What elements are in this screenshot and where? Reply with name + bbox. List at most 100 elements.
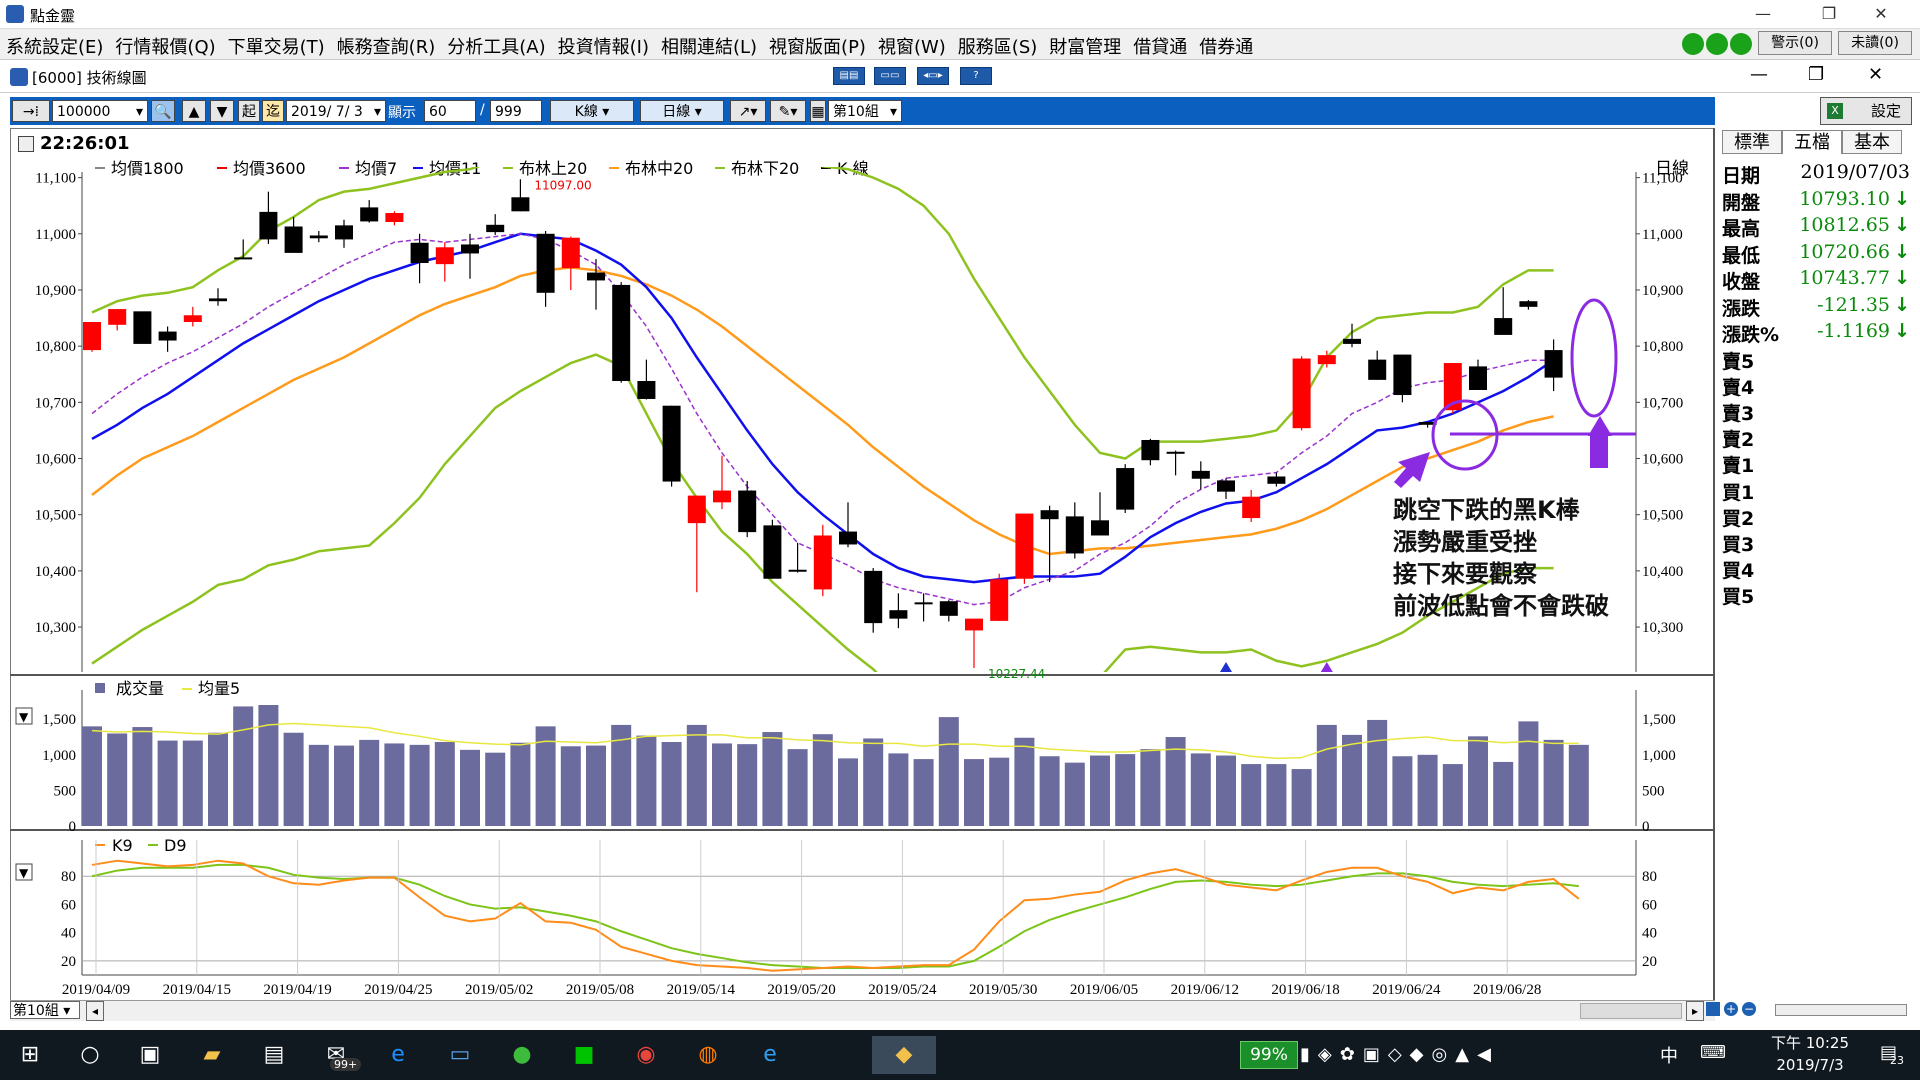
candle-body	[990, 579, 1009, 621]
date-axis-label: 2019/05/20	[767, 982, 835, 998]
price-tick-label: 10,700	[35, 395, 76, 411]
bottom-group-select[interactable]: 第10組 ▾	[10, 1001, 80, 1019]
date-axis-label: 2019/06/05	[1070, 982, 1138, 998]
windows-start-icon[interactable]: ⊞	[10, 1036, 50, 1074]
file-explorer-icon[interactable]: ▰	[192, 1036, 232, 1074]
volume-bar	[1291, 769, 1312, 826]
annotation-line-2: 漲勢嚴重受挫	[1393, 528, 1537, 556]
chrome-icon[interactable]: ◉	[626, 1036, 666, 1074]
zoom-slider[interactable]	[1775, 1004, 1907, 1016]
tab-standard[interactable]: 標準	[1722, 130, 1782, 154]
volume-bar	[1216, 755, 1236, 826]
price-tick-label: 10,600	[1642, 452, 1683, 468]
tab-five-level[interactable]: 五檔	[1782, 130, 1842, 154]
volume-bar	[1493, 761, 1514, 826]
volume-tick-label: 0	[1642, 819, 1650, 835]
date-axis-label: 2019/05/02	[465, 982, 533, 998]
legend-label: 均價3600	[233, 159, 306, 178]
scroll-thumb[interactable]	[1580, 1003, 1682, 1019]
chart-scrollbar[interactable]: 第10組 ▾ ◂ ▸	[10, 1000, 1715, 1021]
candle-body	[1191, 470, 1210, 479]
volume-tick-label: 1,500	[42, 712, 76, 728]
clock-date: 2019/7/3	[1776, 1056, 1844, 1074]
volume-bar	[132, 727, 153, 826]
volume-bar	[1518, 721, 1539, 826]
volume-bar	[460, 749, 480, 826]
down-arrow-icon: ↓	[1894, 187, 1910, 210]
quote-label: 最低	[1722, 244, 1761, 267]
candle-body	[1469, 366, 1487, 390]
volume-bar	[157, 740, 178, 826]
volume-bar	[1014, 737, 1035, 826]
price-tick-label: 10,900	[35, 283, 76, 299]
black-candle-ellipse	[1570, 298, 1618, 418]
date-axis-label: 2019/05/24	[868, 982, 937, 998]
candle-body	[738, 490, 757, 533]
zoom-out-icon[interactable]: −	[1742, 1002, 1756, 1016]
price-tick-label: 11,000	[1642, 227, 1683, 243]
keyboard-icon[interactable]: ⌨	[1700, 1042, 1726, 1063]
wechat-icon[interactable]: ●	[502, 1036, 542, 1074]
notification-count: 23	[1890, 1054, 1904, 1067]
legend-label: D9	[164, 836, 187, 855]
volume-bar	[1090, 755, 1110, 826]
volume-tick-label: 1,000	[1642, 748, 1676, 764]
high-price-label: 11097.00	[534, 178, 591, 192]
volume-bar	[712, 743, 732, 826]
app-window-icon[interactable]: ▭	[440, 1036, 480, 1074]
tray-icons[interactable]: ▮◈✿▣◇◆◎▲◀	[1300, 1044, 1499, 1065]
volume-bar	[938, 717, 959, 826]
candle-body	[461, 244, 479, 254]
order-book-row: 賣5	[1722, 350, 1755, 373]
date-axis-label: 2019/04/15	[163, 982, 231, 998]
candle-body	[713, 490, 731, 503]
date-axis-label: 2019/05/30	[969, 982, 1037, 998]
volume-bar	[888, 753, 909, 826]
volume-bar	[107, 733, 128, 826]
line-icon[interactable]: ■	[564, 1036, 604, 1074]
candle-body	[587, 272, 605, 281]
battery-indicator[interactable]: 99%	[1240, 1041, 1298, 1069]
candle-body	[1368, 359, 1387, 380]
quote-row: 漲跌% -1.1169 ↓	[1722, 320, 1912, 346]
down-arrow-icon: ↓	[1894, 267, 1910, 289]
candle-body	[1544, 350, 1563, 378]
quote-label: 漲跌	[1722, 297, 1761, 320]
volume-bar	[913, 759, 934, 826]
scroll-right-button[interactable]: ▸	[1686, 1001, 1704, 1021]
volume-bar	[1140, 749, 1161, 826]
quote-value: 10793.10	[1799, 187, 1890, 210]
volume-bar	[964, 759, 984, 826]
volume-bar	[283, 732, 304, 826]
kd-tick-label: 20	[61, 954, 76, 970]
ime-indicator[interactable]: 中	[1660, 1042, 1678, 1068]
order-book-row: 買2	[1722, 507, 1755, 530]
volume-bar	[1115, 754, 1136, 826]
candle-body	[1217, 480, 1235, 492]
volume-bar	[1543, 739, 1564, 826]
firefox-icon[interactable]: ◍	[688, 1036, 728, 1074]
clock[interactable]: 下午 10:25 2019/7/3	[1760, 1032, 1860, 1076]
news-app-icon[interactable]: ▤	[254, 1036, 294, 1074]
order-book-row: 賣2	[1722, 429, 1755, 452]
quote-label: 最高	[1722, 218, 1761, 240]
kd-tick-label: 40	[1642, 926, 1657, 942]
search-icon[interactable]: ○	[70, 1036, 110, 1074]
scroll-left-button[interactable]: ◂	[86, 1001, 104, 1021]
task-view-icon[interactable]: ▣	[130, 1036, 170, 1074]
candle-body	[612, 284, 631, 381]
candle-body	[133, 311, 152, 344]
edge-icon[interactable]: e	[750, 1036, 790, 1074]
annotation-line-3: 接下來要觀察	[1393, 560, 1537, 588]
bollinger-upper-line	[91, 167, 1554, 460]
tab-basic[interactable]: 基本	[1842, 130, 1902, 154]
low-price-label: 10227.44	[988, 667, 1045, 681]
zoom-in-icon[interactable]: +	[1724, 1002, 1738, 1016]
quote-row: 日期 2019/07/03	[1722, 161, 1912, 187]
bottom-group-value: 第10組	[13, 1003, 59, 1019]
zoom-fit-icon[interactable]	[1706, 1002, 1720, 1016]
ie-icon[interactable]: e	[378, 1036, 418, 1074]
volume-bar	[485, 752, 506, 826]
dianjinling-taskbar-icon[interactable]: ◆	[872, 1036, 936, 1074]
volume-bar	[359, 739, 380, 826]
